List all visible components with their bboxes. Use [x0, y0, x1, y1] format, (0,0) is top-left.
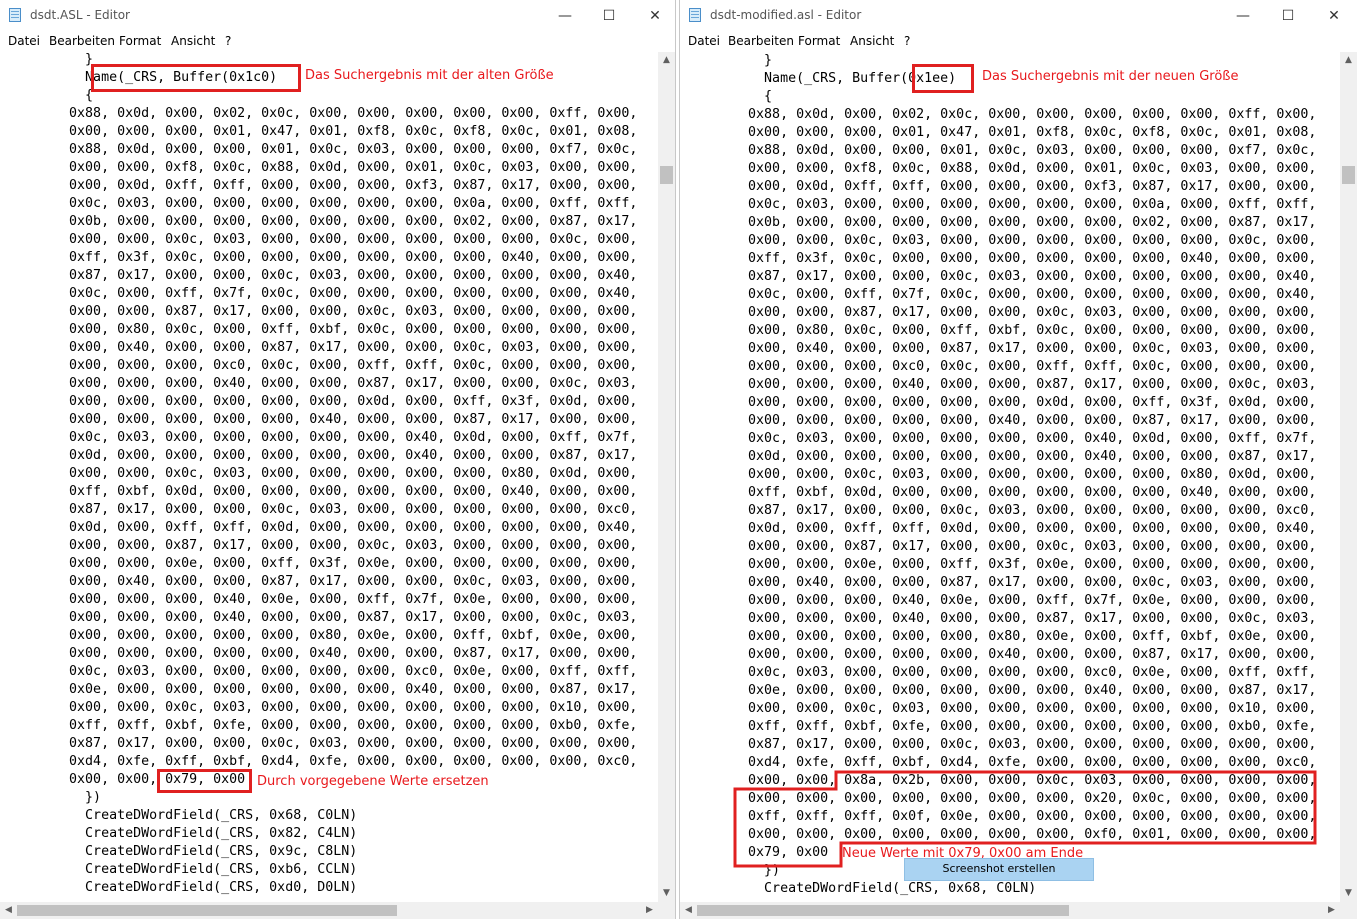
new-size-annotation: Das Suchergebnis mit der neuen Größe	[982, 69, 1239, 84]
notepad-icon	[9, 8, 21, 22]
window-title: dsdt.ASL - Editor	[30, 8, 130, 22]
resize-corner	[1340, 902, 1357, 919]
close-button[interactable]: ✕	[632, 2, 675, 30]
code-text: } Name(_CRS, Buffer(0x1c0) { 0x88, 0x0d,…	[69, 52, 638, 895]
horizontal-scrollbar[interactable]: ◀ ▶	[680, 902, 1340, 919]
replace-values-highlight	[157, 769, 252, 793]
menu-bar: Datei Bearbeiten Format Ansicht ?	[0, 32, 675, 52]
scroll-left-icon[interactable]: ◀	[680, 902, 697, 919]
scroll-up-icon[interactable]: ▲	[658, 52, 675, 69]
scroll-right-icon[interactable]: ▶	[1323, 902, 1340, 919]
replace-annotation: Durch vorgegebene Werte ersetzen	[257, 774, 489, 789]
screenshot-tooltip[interactable]: Screenshot erstellen	[904, 858, 1094, 881]
old-size-annotation: Das Suchergebnis mit der alten Größe	[305, 68, 554, 83]
scroll-down-icon[interactable]: ▼	[1340, 885, 1357, 902]
vertical-scrollbar[interactable]: ▲ ▼	[1340, 52, 1357, 902]
minimize-button[interactable]: —	[542, 2, 588, 30]
maximize-button[interactable]: ☐	[586, 2, 632, 30]
scrollbar-thumb[interactable]	[660, 166, 673, 184]
scroll-right-icon[interactable]: ▶	[641, 902, 658, 919]
scrollbar-thumb[interactable]	[697, 905, 1069, 916]
scroll-left-icon[interactable]: ◀	[0, 902, 17, 919]
horizontal-scrollbar[interactable]: ◀ ▶	[0, 902, 658, 919]
vertical-scrollbar[interactable]: ▲ ▼	[658, 52, 675, 902]
resize-corner	[658, 902, 675, 919]
menu-bearbeiten[interactable]: Bearbeiten	[49, 34, 115, 48]
old-size-highlight	[91, 64, 301, 92]
scrollbar-thumb[interactable]	[1342, 166, 1355, 184]
left-editor-window: dsdt.ASL - Editor — ☐ ✕ Datei Bearbeiten…	[0, 0, 676, 919]
scroll-down-icon[interactable]: ▼	[658, 885, 675, 902]
title-bar[interactable]: dsdt.ASL - Editor — ☐ ✕	[0, 0, 675, 32]
menu-format[interactable]: Format	[119, 34, 161, 48]
menu-datei[interactable]: Datei	[8, 34, 40, 48]
scrollbar-thumb[interactable]	[17, 905, 397, 916]
right-editor-window: dsdt-modified.asl - Editor — ☐ ✕ Datei B…	[679, 0, 1357, 919]
menu-ansicht[interactable]: Ansicht	[171, 34, 215, 48]
new-values-highlight	[733, 770, 1317, 868]
scroll-up-icon[interactable]: ▲	[1340, 52, 1357, 69]
menu-help[interactable]: ?	[225, 34, 231, 48]
